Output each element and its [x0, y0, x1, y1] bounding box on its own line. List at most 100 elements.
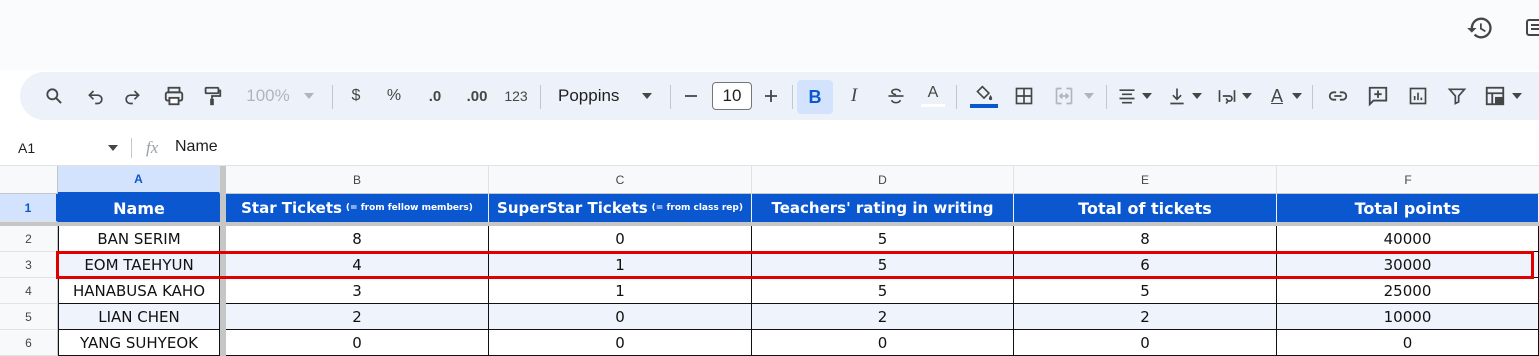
row-header-6[interactable]: 6: [0, 330, 58, 356]
table-header-total-points[interactable]: Total points: [1277, 194, 1539, 222]
cell-name[interactable]: BAN SERIM: [58, 226, 220, 252]
decrease-decimal-button[interactable]: .0: [420, 72, 450, 120]
column-header-c[interactable]: C: [489, 166, 752, 194]
cell-name[interactable]: YANG SUHYEOK: [58, 330, 220, 356]
cell-superstar-tickets[interactable]: 0: [489, 226, 752, 252]
cell-name[interactable]: LIAN CHEN: [58, 304, 220, 330]
filter-views-icon[interactable]: [1480, 72, 1510, 120]
number-format-button[interactable]: 123: [500, 72, 532, 120]
cell-teachers-rating[interactable]: 0: [752, 330, 1014, 356]
percent-label: %: [386, 87, 402, 104]
percent-format-button[interactable]: %: [382, 72, 406, 120]
cell-name[interactable]: HANABUSA KAHO: [58, 278, 220, 304]
cell-total-tickets[interactable]: 8: [1014, 226, 1277, 252]
text-rotation-button[interactable]: A: [1264, 72, 1290, 120]
formula-input[interactable]: Name: [175, 138, 218, 156]
cell-total-tickets[interactable]: 2: [1014, 304, 1277, 330]
redo-icon[interactable]: [118, 72, 146, 120]
table-header-total-tickets[interactable]: Total of tickets: [1014, 194, 1277, 222]
cell-teachers-rating[interactable]: 5: [752, 226, 1014, 252]
table-header-teachers-rating[interactable]: Teachers' rating in writing: [752, 194, 1014, 222]
italic-button[interactable]: I: [842, 72, 866, 120]
cell-star-tickets[interactable]: 8: [226, 226, 489, 252]
filter-views-dropdown-icon[interactable]: [1510, 72, 1524, 120]
cell-total-points[interactable]: 10000: [1277, 304, 1539, 330]
currency-format-button[interactable]: $: [344, 72, 368, 120]
text-wrapping-icon[interactable]: [1214, 72, 1240, 120]
fill-color-swatch: [970, 103, 998, 108]
cell-total-points[interactable]: 25000: [1277, 278, 1539, 304]
print-icon[interactable]: [160, 72, 188, 120]
cell-star-tickets[interactable]: 3: [226, 278, 489, 304]
merge-cells-icon[interactable]: [1050, 72, 1078, 120]
table-header-name[interactable]: Name: [58, 194, 220, 222]
row-header-1[interactable]: 1: [0, 194, 58, 222]
row-header-4[interactable]: 4: [0, 278, 58, 304]
cell-total-points[interactable]: 0: [1277, 330, 1539, 356]
text-color-button[interactable]: A: [918, 72, 948, 120]
cell-superstar-tickets[interactable]: 1: [489, 278, 752, 304]
insert-comment-icon[interactable]: [1364, 72, 1392, 120]
row-header-3[interactable]: 3: [0, 252, 58, 278]
header-name-label: Name: [113, 198, 165, 218]
column-header-b[interactable]: B: [226, 166, 489, 194]
zoom-dropdown-icon[interactable]: [302, 72, 316, 120]
font-size-input[interactable]: 10: [710, 72, 754, 120]
vertical-align-dropdown-icon[interactable]: [1190, 72, 1204, 120]
table-header-superstar-tickets[interactable]: SuperStar Tickets (= from class rep): [489, 194, 752, 222]
filter-icon[interactable]: [1444, 72, 1470, 120]
text-color-swatch: [921, 104, 945, 107]
toolbar-divider: [1106, 85, 1107, 109]
insert-chart-icon[interactable]: [1404, 72, 1432, 120]
paint-format-icon[interactable]: [198, 72, 226, 120]
cell-superstar-tickets[interactable]: 0: [489, 304, 752, 330]
toolbar-divider: [1312, 85, 1313, 109]
header-star-tickets-note: (= from fellow members): [345, 203, 473, 213]
cell-total-tickets[interactable]: 0: [1014, 330, 1277, 356]
insert-link-icon[interactable]: [1324, 72, 1352, 120]
increase-font-size-icon[interactable]: [760, 72, 782, 120]
number-format-label: 123: [504, 88, 528, 104]
text-rotation-dropdown-icon[interactable]: [1290, 72, 1304, 120]
toolbar-divider: [956, 85, 957, 109]
cell-total-points[interactable]: 40000: [1277, 226, 1539, 252]
merge-dropdown-icon[interactable]: [1082, 72, 1096, 120]
vertical-align-icon[interactable]: [1164, 72, 1190, 120]
cell-star-tickets[interactable]: 0: [226, 330, 489, 356]
top-bar: [0, 0, 1539, 70]
bold-button[interactable]: B: [797, 80, 833, 114]
cell-teachers-rating[interactable]: 2: [752, 304, 1014, 330]
header-teachers-rating-label: Teachers' rating in writing: [771, 199, 994, 217]
cell-total-tickets[interactable]: 5: [1014, 278, 1277, 304]
text-wrapping-dropdown-icon[interactable]: [1240, 72, 1254, 120]
row-header-5[interactable]: 5: [0, 304, 58, 330]
increase-decimal-button[interactable]: .00: [460, 72, 494, 120]
column-header-d[interactable]: D: [752, 166, 1014, 194]
select-all-corner[interactable]: [0, 166, 58, 194]
borders-icon[interactable]: [1010, 72, 1038, 120]
zoom-select[interactable]: 100%: [238, 72, 298, 120]
cell-star-tickets[interactable]: 2: [226, 304, 489, 330]
column-header-f[interactable]: F: [1277, 166, 1539, 194]
bold-label: B: [808, 86, 822, 107]
column-header-e[interactable]: E: [1014, 166, 1277, 194]
fill-color-icon[interactable]: [968, 72, 1000, 120]
horizontal-align-dropdown-icon[interactable]: [1140, 72, 1154, 120]
undo-icon[interactable]: [82, 72, 110, 120]
column-header-a[interactable]: A: [58, 166, 220, 194]
version-history-icon[interactable]: [1466, 14, 1494, 47]
horizontal-align-icon[interactable]: [1114, 72, 1140, 120]
strikethrough-icon[interactable]: [882, 72, 910, 120]
comments-icon[interactable]: [1524, 14, 1539, 47]
name-box-dropdown-icon[interactable]: [108, 145, 118, 151]
name-box[interactable]: A1: [0, 130, 128, 165]
font-dropdown-icon[interactable]: [640, 72, 654, 120]
search-menus-icon[interactable]: [40, 72, 68, 120]
row-header-2[interactable]: 2: [0, 226, 58, 252]
decrease-font-size-icon[interactable]: [680, 72, 702, 120]
cell-superstar-tickets[interactable]: 0: [489, 330, 752, 356]
cell-teachers-rating[interactable]: 5: [752, 278, 1014, 304]
zoom-value: 100%: [246, 86, 290, 105]
table-header-star-tickets[interactable]: Star Tickets (= from fellow members): [226, 194, 489, 222]
header-total-points-label: Total points: [1354, 198, 1461, 218]
